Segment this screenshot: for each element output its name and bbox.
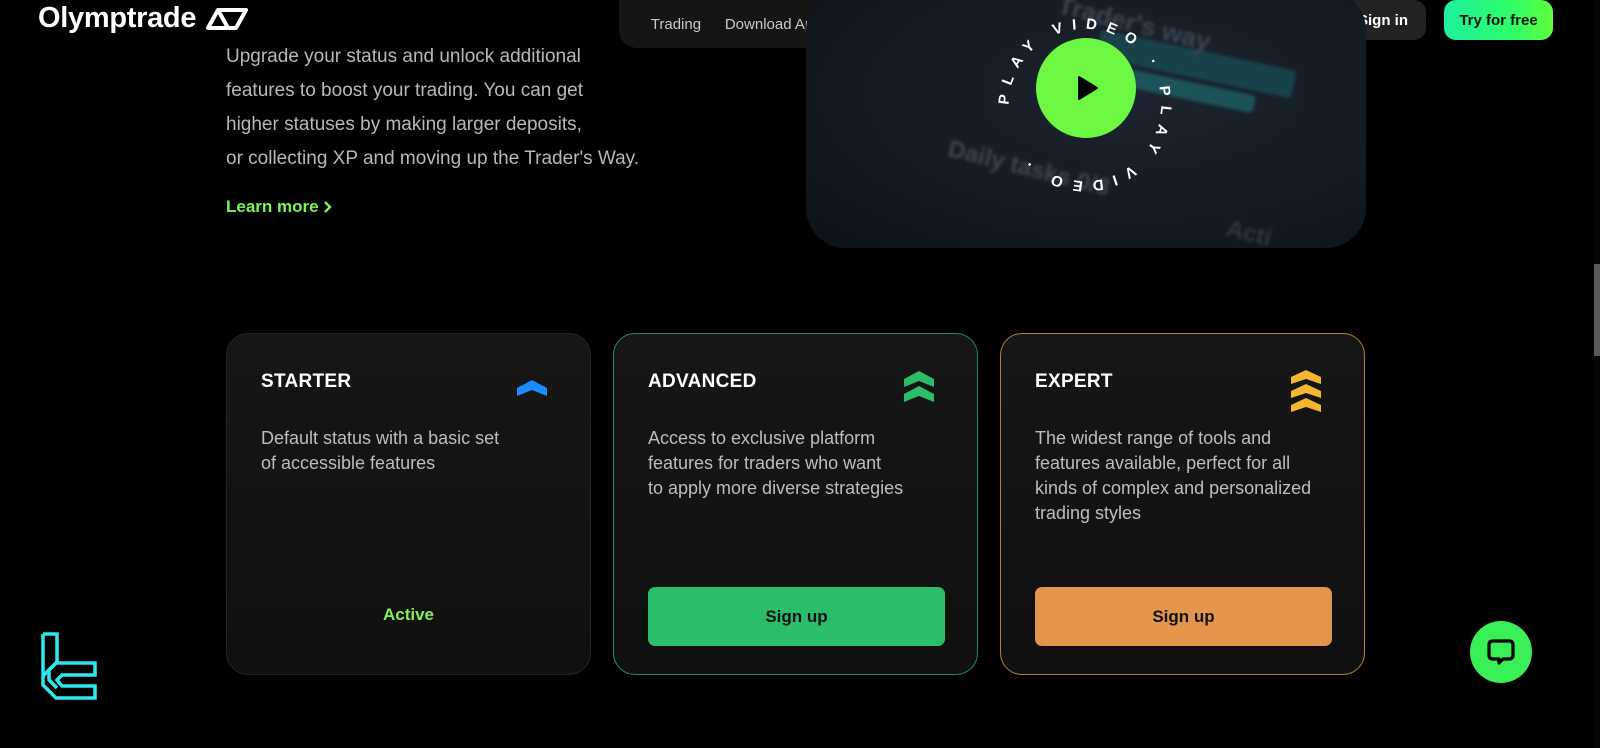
intro-text: Upgrade your status and unlock additiona… [226, 40, 696, 176]
single-chevron-icon [517, 380, 547, 396]
intro-line: or collecting XP and moving up the Trade… [226, 148, 640, 169]
expert-sign-up-button[interactable]: Sign up [1035, 587, 1332, 646]
try-for-free-button[interactable]: Try for free [1444, 0, 1553, 40]
live-chat-button[interactable] [1470, 621, 1532, 683]
card-desc-line: Default status with a basic set [261, 428, 500, 448]
status-card-expert: EXPERT The widest range of tools and fea… [1000, 333, 1365, 675]
double-chevron-icon [904, 371, 934, 402]
brand-logo[interactable]: Olymptrade [38, 2, 250, 35]
card-desc-line: features for traders who want [648, 453, 882, 473]
nav-trading[interactable]: Trading [651, 16, 701, 33]
status-card-starter: STARTER Default status with a basic set … [226, 333, 591, 675]
learn-more-label: Learn more [226, 197, 319, 216]
intro-section: Upgrade your status and unlock additiona… [226, 40, 696, 176]
triple-chevron-icon [1291, 370, 1321, 412]
card-desc-line: kinds of complex and personalized [1035, 478, 1312, 498]
card-description: Default status with a basic set of acces… [261, 426, 561, 476]
intro-line: features to boost your trading. You can … [226, 80, 584, 101]
status-card-advanced: ADVANCED Access to exclusive platform fe… [613, 333, 978, 675]
brand-name: Olymptrade [38, 2, 197, 34]
card-desc-line: trading styles [1035, 503, 1142, 523]
card-desc-line: Access to exclusive platform [648, 428, 876, 448]
chat-bubble-icon [1487, 639, 1515, 665]
card-desc-line: of accessible features [261, 453, 436, 473]
video-bg-label: Acti [1223, 214, 1275, 248]
play-video-button[interactable] [1036, 38, 1136, 138]
card-description: Access to exclusive platform features fo… [648, 426, 948, 501]
card-desc-line: to apply more diverse strategies [648, 478, 904, 498]
card-title: EXPERT [1035, 371, 1113, 392]
page-scrollbar-thumb[interactable] [1594, 264, 1600, 356]
tc-watermark-logo-icon [41, 632, 97, 700]
intro-line: Upgrade your status and unlock additiona… [226, 46, 581, 67]
brand-mark-icon [206, 7, 249, 30]
page-scrollbar[interactable] [1594, 0, 1600, 748]
card-desc-line: features available, perfect for all [1035, 453, 1291, 473]
card-title: STARTER [261, 371, 352, 392]
learn-more-link[interactable]: Learn more [226, 197, 333, 217]
intro-line: higher statuses by making larger deposit… [226, 114, 582, 135]
status-active-label: Active [382, 605, 435, 624]
chevron-right-icon [323, 201, 332, 213]
card-desc-line: The widest range of tools and [1035, 428, 1272, 448]
advanced-sign-up-button[interactable]: Sign up [648, 587, 945, 646]
play-icon [1078, 76, 1098, 100]
card-title: ADVANCED [648, 371, 757, 392]
card-description: The widest range of tools and features a… [1035, 426, 1335, 526]
